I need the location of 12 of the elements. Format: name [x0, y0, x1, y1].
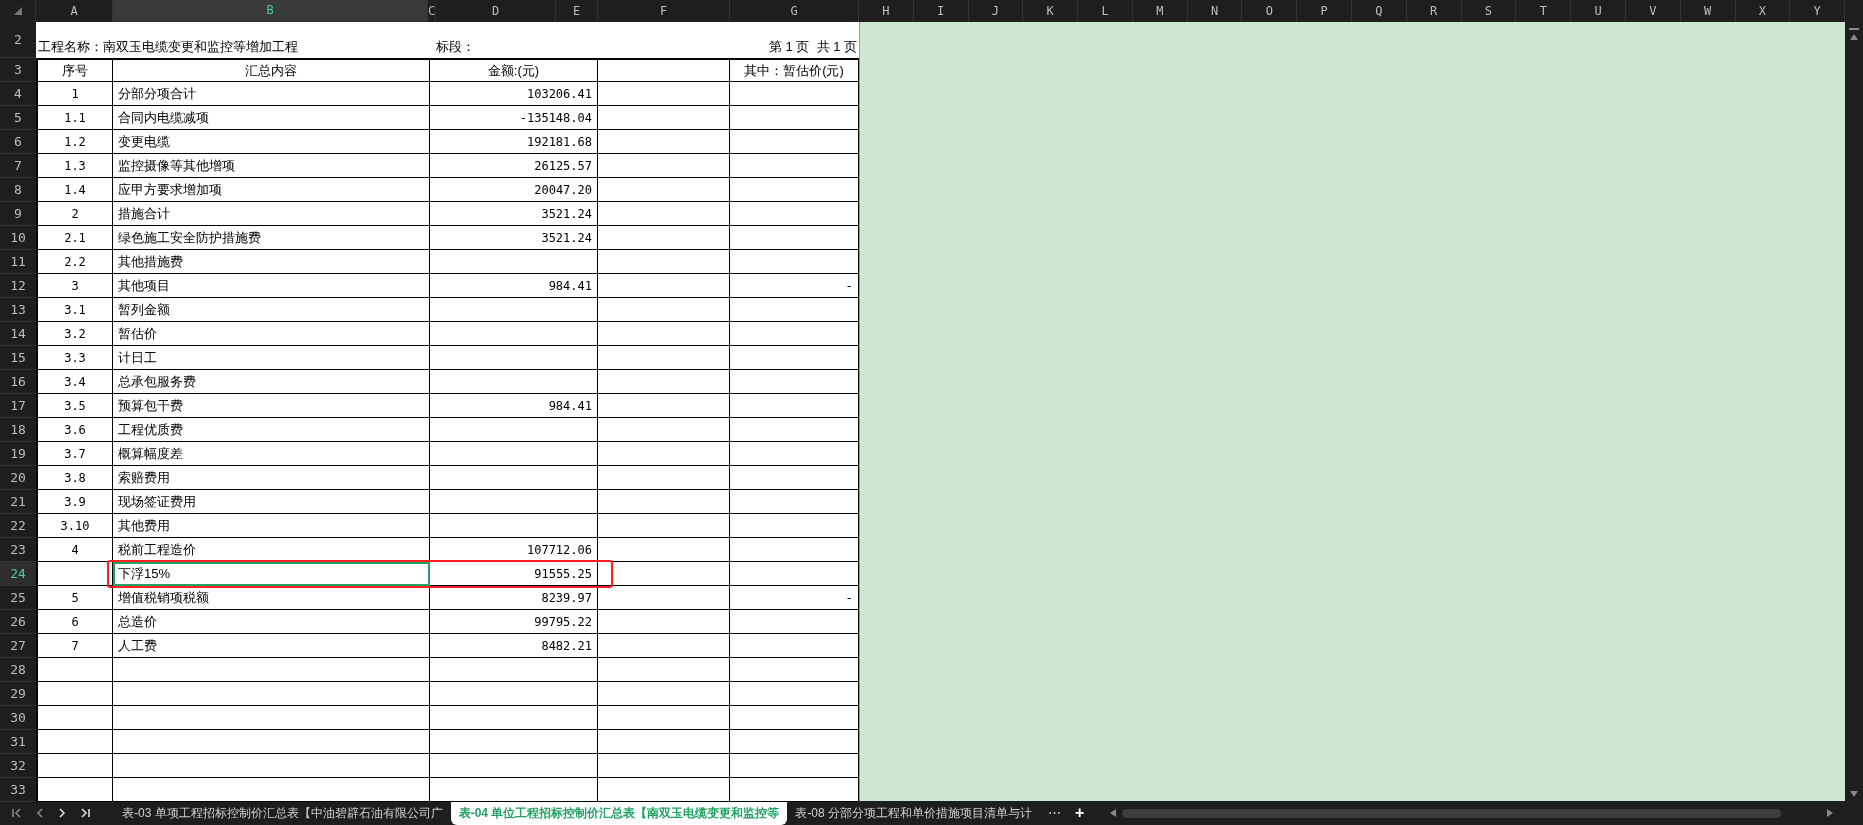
sheet-tab[interactable]: 表-08 分部分项工程和单价措施项目清单与计	[787, 801, 1041, 825]
column-header[interactable]: B	[113, 0, 428, 22]
row-header[interactable]: 24	[0, 562, 36, 586]
project-name-label: 工程名称：南双玉电缆变更和监控等增加工程	[38, 37, 299, 56]
add-sheet-button[interactable]: +	[1069, 801, 1091, 825]
table-cell: 下浮15%	[113, 562, 430, 586]
table-cell: 91555.25	[430, 562, 598, 586]
page-label: 第 1 页 共 1 页	[768, 37, 857, 56]
more-tabs-button[interactable]: ⋯	[1040, 803, 1070, 823]
section-label: 标段：	[436, 37, 475, 56]
sheet-tab[interactable]: 表-03 单项工程招标控制价汇总表【中油碧辟石油有限公司广	[114, 801, 451, 825]
table-cell: 税前工程造价	[113, 538, 430, 562]
